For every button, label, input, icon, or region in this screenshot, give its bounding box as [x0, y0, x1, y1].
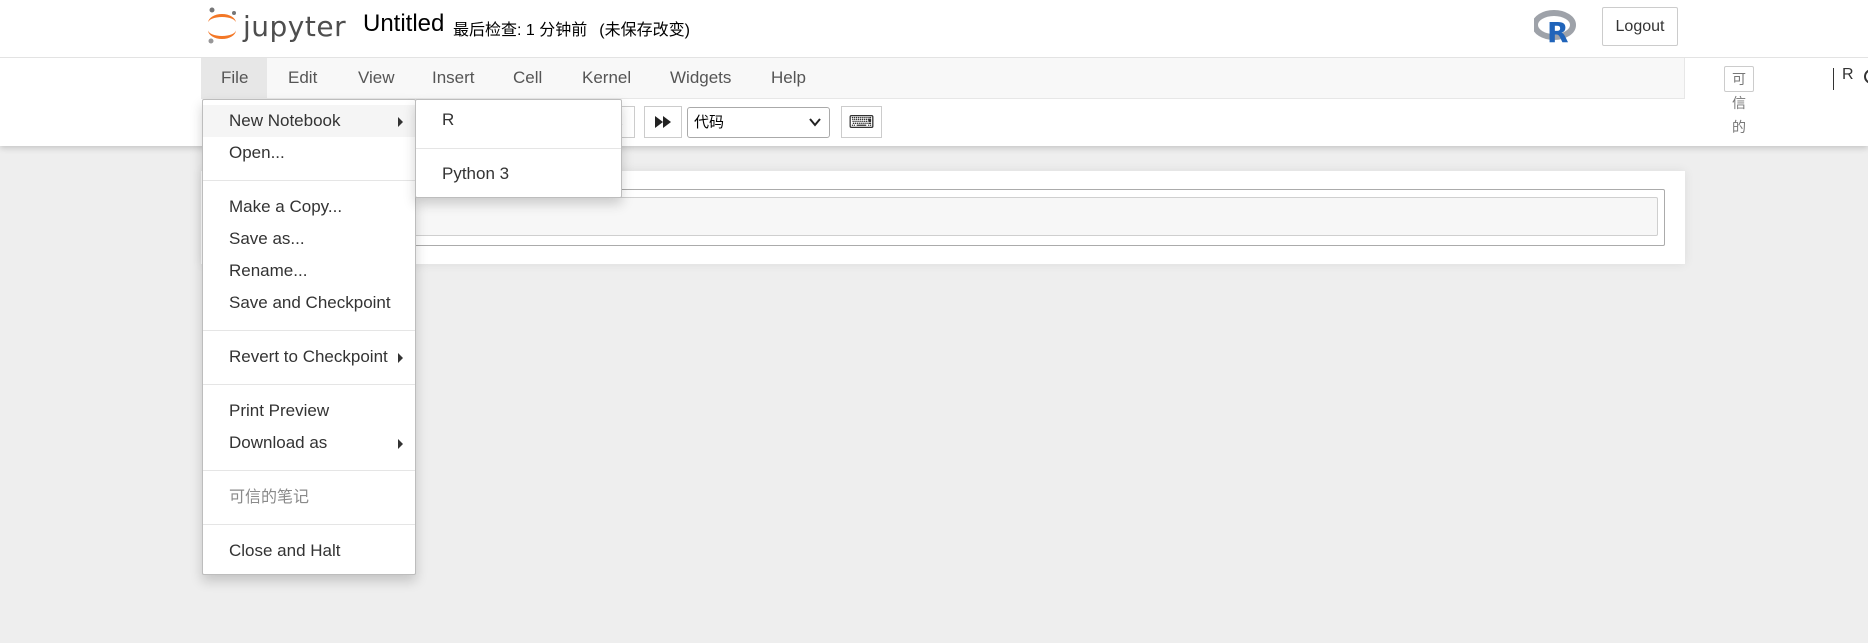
menu-file[interactable]: File [202, 58, 268, 98]
r-logo-icon: R [1532, 10, 1576, 49]
menu-help[interactable]: Help [752, 58, 825, 98]
notebook-title[interactable]: Untitled [363, 10, 444, 38]
logout-button[interactable]: Logout [1602, 7, 1678, 46]
download-as-menu-item[interactable]: Download as [203, 427, 415, 459]
save-checkpoint-menu-item[interactable]: Save and Checkpoint [203, 287, 415, 319]
save-as-menu-item[interactable]: Save as... [203, 223, 415, 255]
trusted-indicator[interactable]: 可信的 [1724, 66, 1754, 135]
fast-forward-icon [655, 116, 671, 128]
cell-type-value: 代码 [694, 113, 725, 131]
menu-divider [416, 148, 621, 149]
trusted-notebook-menu-item: 可信的笔记 [229, 487, 310, 506]
open-menu-item[interactable]: Open... [203, 137, 415, 169]
new-notebook-r-item[interactable]: R [416, 104, 621, 136]
menu-view[interactable]: View [339, 58, 414, 98]
kernel-divider [1833, 68, 1834, 90]
new-notebook-menu-item[interactable]: New Notebook [203, 105, 415, 137]
chevron-down-icon [809, 108, 821, 148]
jupyter-logo-icon [208, 7, 236, 44]
menu-widgets[interactable]: Widgets [651, 58, 750, 98]
submenu-arrow-icon [398, 439, 403, 449]
menu-divider [203, 524, 415, 525]
svg-text:R: R [1547, 16, 1569, 44]
r-kernel-logo: R [1532, 10, 1578, 49]
menubar: File Edit View Insert Cell Kernel Widget… [201, 58, 1868, 135]
checkpoint-status: 最后检查: 1 分钟前 (未保存改变) [453, 16, 690, 40]
menu-kernel[interactable]: Kernel [563, 58, 650, 98]
new-notebook-python3-item[interactable]: Python 3 [416, 158, 621, 190]
checkpoint-text: 最后检查: 1 分钟前 [453, 22, 588, 39]
close-halt-menu-item[interactable]: Close and Halt [203, 535, 415, 567]
cell-input-area[interactable] [220, 197, 1658, 236]
jupyter-logo[interactable]: jupyter [205, 6, 346, 46]
revert-checkpoint-label: Revert to Checkpoint [229, 347, 388, 366]
keyboard-icon: ⌨ [848, 111, 875, 133]
menu-edit[interactable]: Edit [269, 58, 336, 98]
menu-divider [203, 470, 415, 471]
menu-cell[interactable]: Cell [494, 58, 561, 98]
revert-checkpoint-menu-item[interactable]: Revert to Checkpoint [203, 341, 415, 373]
download-as-label: Download as [229, 433, 328, 452]
menu-insert[interactable]: Insert [413, 58, 494, 98]
menu-divider [203, 330, 415, 331]
submenu-arrow-icon [398, 117, 403, 127]
file-menu-dropdown: New Notebook Open... Make a Copy... Save… [202, 99, 416, 575]
new-notebook-label: New Notebook [229, 111, 341, 130]
restart-run-all-button[interactable] [644, 106, 682, 138]
menu-divider [203, 384, 415, 385]
rename-menu-item[interactable]: Rename... [203, 255, 415, 287]
submenu-arrow-icon [398, 353, 403, 363]
print-preview-menu-item[interactable]: Print Preview [203, 395, 415, 427]
header-top: jupyter Untitled 最后检查: 1 分钟前 (未保存改变) R Lo… [0, 0, 1868, 58]
cell-type-select[interactable]: 代码 [687, 107, 830, 138]
command-palette-button[interactable]: ⌨ [841, 106, 882, 138]
new-notebook-submenu: R Python 3 [415, 99, 622, 198]
jupyter-logo-text: jupyter [243, 9, 347, 43]
kernel-name: R [1842, 66, 1854, 83]
kernel-idle-icon [1864, 69, 1868, 84]
unsaved-indicator: (未保存改变) [599, 22, 690, 39]
make-copy-menu-item[interactable]: Make a Copy... [203, 191, 415, 223]
menu-divider [203, 180, 415, 181]
